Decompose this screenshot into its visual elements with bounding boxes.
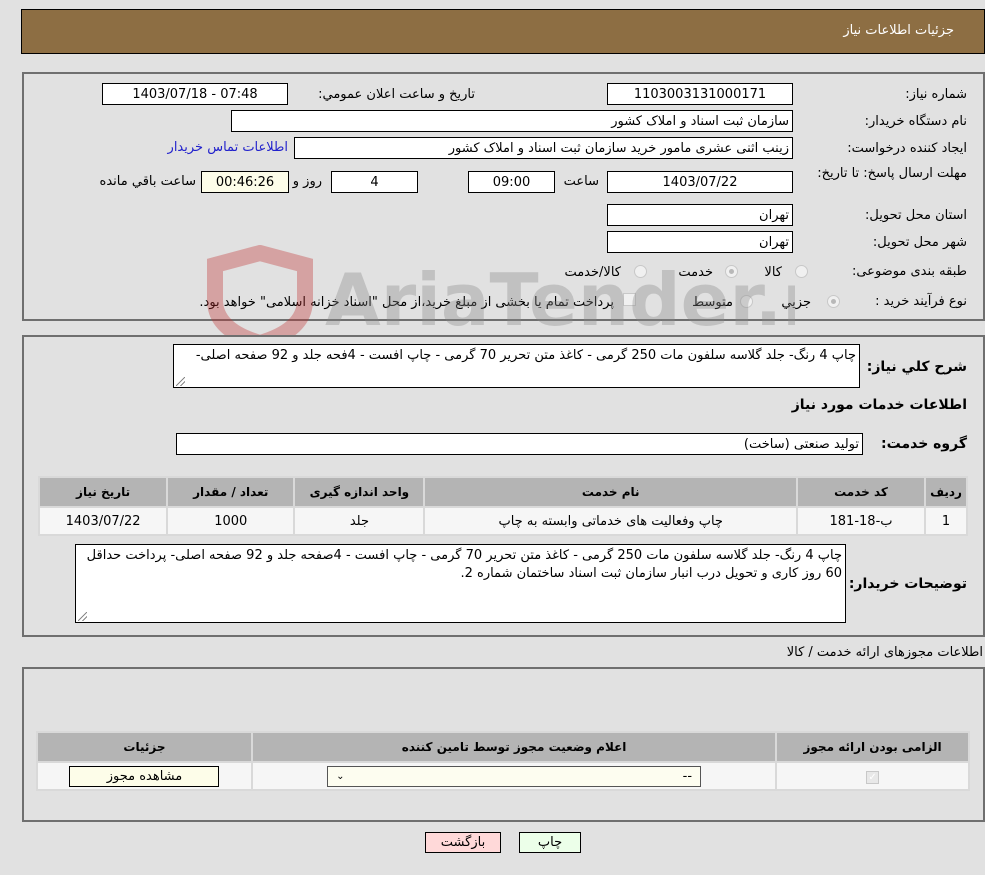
permits-table-header: الزامی بودن ارائه مجوز اعلام وضعیت مجوز … [38,733,968,761]
buyer-contact-link[interactable]: اطلاعات تماس خریدار [168,140,288,155]
process-option-minor: جزيي [781,295,811,310]
col-permit-details: جزئیات [38,733,251,761]
page-title: جزئیات اطلاعات نیاز [843,23,954,38]
cell-permit-required: ✓ [777,763,968,789]
announce-datetime-field: 1403/07/18 - 07:48 [102,83,288,105]
buyer-notes-textarea[interactable]: چاپ 4 رنگ- جلد گلاسه سلفون مات 250 گرمی … [75,544,846,623]
resize-handle-icon[interactable] [176,377,185,386]
treasury-note: پرداخت تمام یا بخشی از مبلغ خرید،از محل … [199,295,614,310]
days-remaining-field: 4 [331,171,418,193]
back-button[interactable]: بازگشت [425,832,501,853]
process-radio-minor[interactable] [827,295,840,308]
col-service-name: نام خدمت [425,478,796,506]
permits-heading: اطلاعات مجوزهای ارائه خدمت / کالا [786,645,983,660]
col-unit: واحد اندازه گیری [295,478,424,506]
service-group-label: گروه خدمت: [881,436,967,452]
process-option-medium: متوسط [692,295,733,310]
services-table-header: ردیف کد خدمت نام خدمت واحد اندازه گیری ت… [40,478,966,506]
category-option-service: خدمت [678,265,713,280]
category-label: طبقه بندی موضوعی: [851,264,967,279]
category-option-goods: کالا [764,265,782,280]
buyer-notes-text: چاپ 4 رنگ- جلد گلاسه سلفون مات 250 گرمی … [86,548,842,581]
category-radio-service[interactable] [725,265,738,278]
deadline-time-label: ساعت [563,174,599,189]
view-permit-button[interactable]: مشاهده مجوز [69,765,220,787]
required-checkbox[interactable]: ✓ [866,770,880,784]
page-header: جزئیات اطلاعات نیاز [21,9,985,54]
deadline-label: مهلت ارسال پاسخ: تا تاریخ: [817,166,967,181]
resize-handle-icon[interactable] [78,612,87,621]
process-radio-medium[interactable] [740,295,753,308]
buyer-org-label: نام دستگاه خریدار: [864,114,967,129]
days-label: روز و [292,174,322,189]
cell-service-code: ب-18-181 [797,508,925,534]
cell-need-date: 1403/07/22 [40,508,167,534]
col-permit-status: اعلام وضعیت مجوز توسط تامین کننده [252,733,776,761]
cell-permit-details: مشاهده مجوز [38,763,251,789]
creator-field: زینب اثنی عشری مامور خرید سازمان ثبت اسن… [294,137,793,159]
service-group-field: تولید صنعتی (ساخت) [176,433,863,455]
services-table: ردیف کد خدمت نام خدمت واحد اندازه گیری ت… [38,476,968,536]
treasury-checkbox[interactable] [623,293,636,306]
remaining-time-field: 00:46:26 [201,171,289,193]
need-number-label: شماره نیاز: [905,87,967,102]
col-permit-required: الزامی بودن ارائه مجوز [777,733,968,761]
category-option-goods-service: کالا/خدمت [564,265,621,280]
province-label: استان محل تحویل: [865,208,967,223]
cell-service-name: چاپ وفعالیت های خدماتی وابسته به چاپ [425,508,796,534]
permits-table: الزامی بودن ارائه مجوز اعلام وضعیت مجوز … [36,731,970,791]
province-field: تهران [607,204,793,226]
deadline-time-field: 09:00 [468,171,555,193]
description-text: چاپ 4 رنگ- جلد گلاسه سلفون مات 250 گرمی … [195,348,856,363]
print-button[interactable]: چاپ [519,832,581,853]
buyer-org-field: سازمان ثبت اسناد و املاک کشور [231,110,793,132]
table-row: ✓ -- ⌄ مشاهده مجوز [38,763,968,789]
city-field: تهران [607,231,793,253]
services-heading: اطلاعات خدمات مورد نیاز [791,397,967,413]
category-radio-goods[interactable] [795,265,808,278]
col-need-date: تاریخ نیاز [40,478,167,506]
description-label: شرح کلي نياز: [866,359,967,375]
cell-quantity: 1000 [168,508,294,534]
permit-status-value: -- [682,768,693,784]
cell-permit-status: -- ⌄ [252,763,776,789]
table-row: 1 ب-18-181 چاپ وفعالیت های خدماتی وابسته… [40,508,966,534]
need-number-field: 1103003131000171 [607,83,793,105]
col-quantity: تعداد / مقدار [168,478,294,506]
announce-label: تاريخ و ساعت اعلان عمومي: [318,87,475,102]
remaining-time-label: ساعت باقي مانده [99,174,196,189]
buyer-notes-label: توضیحات خریدار: [848,576,967,592]
cell-unit: جلد [295,508,424,534]
permit-status-select[interactable]: -- ⌄ [327,765,702,787]
category-radio-goods-service[interactable] [634,265,647,278]
deadline-date-field: 1403/07/22 [607,171,793,193]
process-label: نوع فرآیند خرید : [875,294,967,309]
cell-row: 1 [926,508,966,534]
description-textarea[interactable]: چاپ 4 رنگ- جلد گلاسه سلفون مات 250 گرمی … [173,344,860,388]
city-label: شهر محل تحویل: [872,235,967,250]
chevron-down-icon: ⌄ [336,770,345,782]
col-row: ردیف [926,478,966,506]
creator-label: ایجاد کننده درخواست: [847,141,967,156]
col-service-code: کد خدمت [797,478,925,506]
